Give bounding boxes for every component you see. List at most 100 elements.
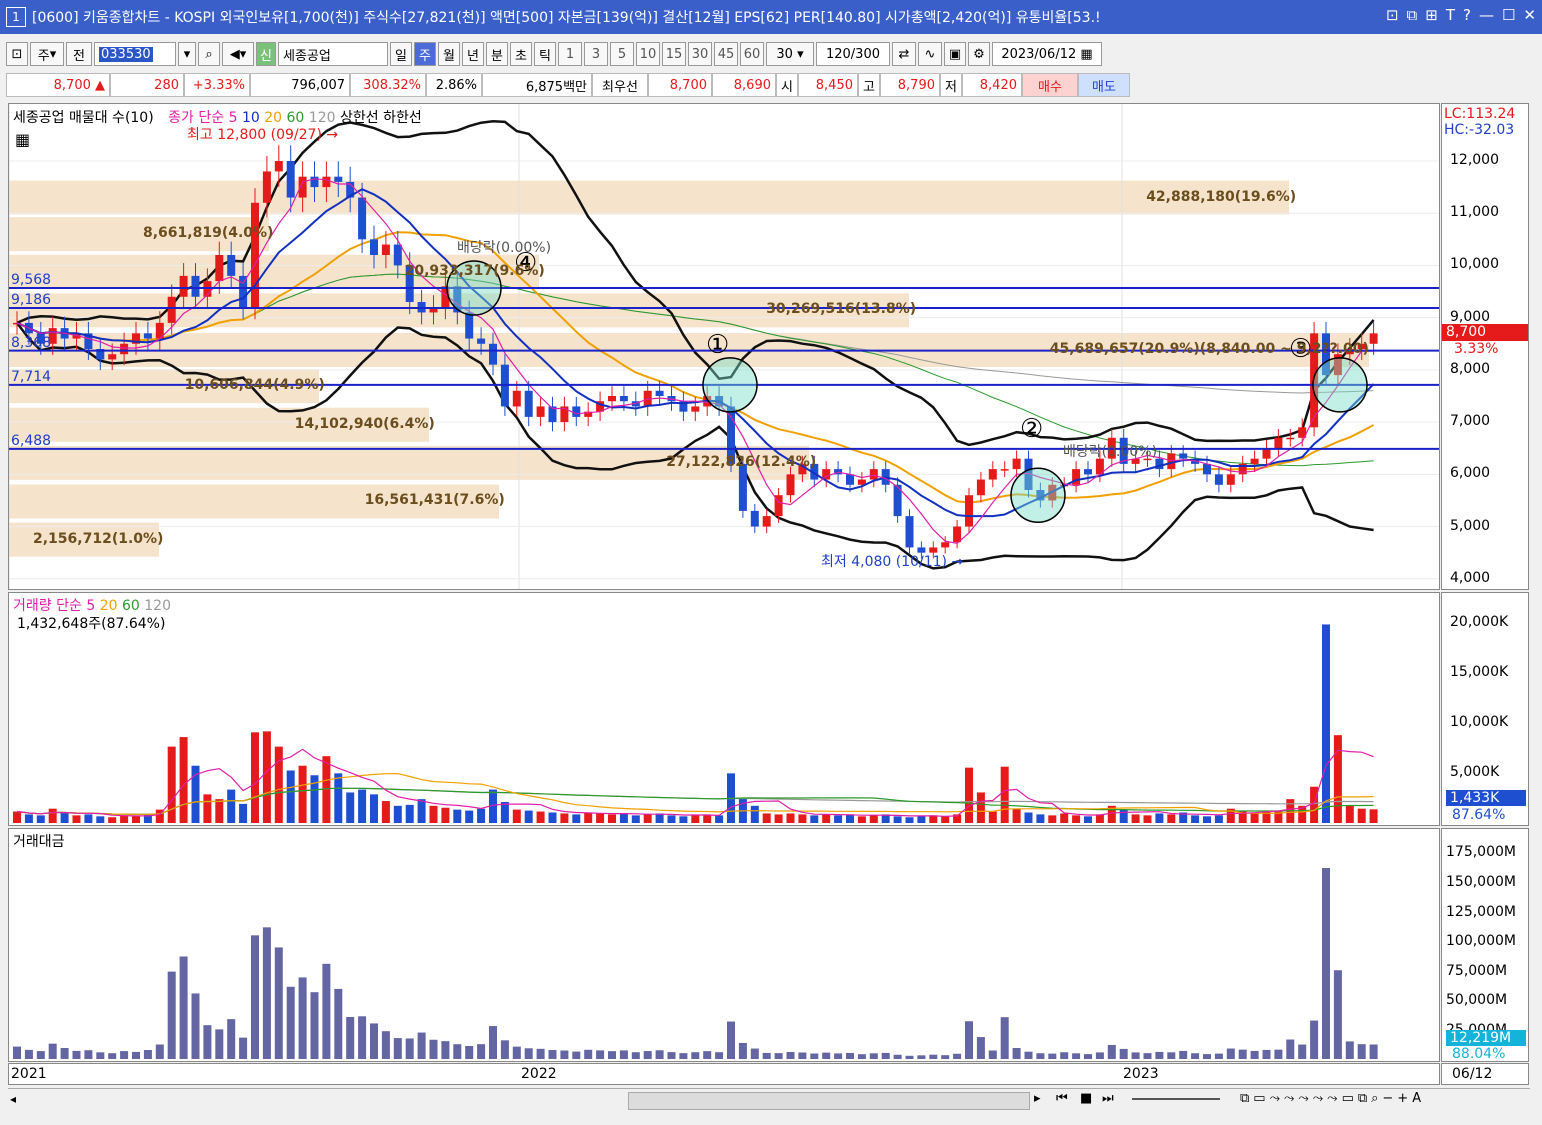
next-icon[interactable]: ⏭ [1102, 1091, 1114, 1106]
sound-icon[interactable]: ◀▾ [222, 42, 254, 66]
layout-menu-icon[interactable]: ⊡ [6, 42, 28, 66]
stop-icon[interactable]: ■ [1080, 1091, 1092, 1106]
amount-bar [1000, 1017, 1009, 1059]
help-icon[interactable]: ? [1463, 6, 1471, 24]
candle-body [489, 343, 497, 365]
volume-bar [1357, 808, 1366, 823]
price-change: 280 [110, 73, 184, 97]
volume-bar [857, 816, 866, 823]
interval-5[interactable]: 5 [610, 42, 634, 66]
layout-icon[interactable]: ⊞ [1425, 6, 1438, 24]
code-dropdown-icon[interactable]: ▾ [178, 42, 196, 66]
volume-bar [132, 816, 140, 823]
volume-chart-panel[interactable]: 거래량 단순 5 20 60 120 1,432,648주(87.64%) [8, 592, 1440, 826]
scroll-left-icon[interactable]: ◂ [10, 1092, 16, 1106]
volume-bar [893, 816, 902, 823]
candle-body [179, 275, 188, 297]
amount-bar [1203, 1054, 1211, 1059]
interval-1[interactable]: 1 [558, 42, 582, 66]
price-chart-panel[interactable]: 세종공업 매물대 수(10) 종가 단순 5 10 20 60 120 상한선 … [8, 103, 1440, 590]
count-field[interactable]: 120/300 [816, 42, 890, 66]
minimize-icon[interactable]: — [1479, 6, 1494, 24]
amount-bar [489, 1026, 497, 1059]
amount-chart-panel[interactable]: 거래대금 [8, 828, 1440, 1062]
candle-body [846, 474, 854, 485]
gear-icon[interactable]: ⚙ [968, 42, 990, 66]
price-tick: 10,000 [1450, 256, 1499, 273]
volume-pct-tag: 87.64% [1452, 807, 1506, 823]
scroll-thumb[interactable] [628, 1092, 1030, 1110]
stock-name-field[interactable]: 세종공업 [278, 42, 388, 66]
band-legend: 상한선 하한선 [339, 110, 422, 126]
zoom-slider[interactable] [1132, 1098, 1220, 1100]
period-tick[interactable]: 틱 [534, 42, 556, 66]
search-icon[interactable]: ⌕ [198, 42, 220, 66]
stock-code-input[interactable]: 033530 [94, 42, 176, 66]
marker-circle [1010, 467, 1066, 523]
scroll-right-icon[interactable]: ▸ [1034, 1091, 1041, 1106]
amount-tick: 50,000M [1446, 992, 1508, 1008]
maximize-icon[interactable]: ☐ [1502, 6, 1515, 24]
interval-30[interactable]: 30 [688, 42, 712, 66]
interval-15[interactable]: 15 [662, 42, 686, 66]
date-field[interactable]: 2023/06/12 ▦ [992, 42, 1102, 66]
restore-icon[interactable]: ⊡ [1386, 6, 1399, 24]
compare-icon[interactable]: ⇄ [892, 42, 916, 66]
interval-60[interactable]: 60 [740, 42, 764, 66]
amount-bar [1345, 1041, 1354, 1059]
period-minute[interactable]: 분 [486, 42, 508, 66]
volume-bar [703, 814, 712, 823]
sell-button[interactable]: 매도 [1078, 73, 1130, 97]
first-icon[interactable]: ⏮ [1056, 1091, 1068, 1106]
period-second[interactable]: 초 [510, 42, 532, 66]
volume-bar [298, 765, 307, 823]
interval-10[interactable]: 10 [636, 42, 660, 66]
amount-chart-canvas[interactable] [9, 829, 1439, 1061]
interval-select[interactable]: 30 ▾ [766, 42, 814, 66]
indicator-icon[interactable]: ∿ [918, 42, 942, 66]
volume-chart-canvas[interactable] [9, 593, 1439, 825]
volume-bar [1060, 813, 1069, 823]
price-tick: 6,000 [1450, 465, 1491, 482]
candle-body [572, 406, 581, 417]
amount-tick: 125,000M [1446, 904, 1516, 920]
interval-45[interactable]: 45 [714, 42, 738, 66]
amount-bar [1226, 1048, 1235, 1059]
period-year[interactable]: 년 [462, 42, 484, 66]
volume-bar [381, 801, 390, 823]
volume-profile-label: 42,888,180(19.6%) [1146, 188, 1297, 205]
volume-bar [13, 811, 21, 823]
candle-body [286, 161, 295, 198]
volume-bar [239, 803, 248, 823]
grid-icon[interactable]: ▦ [15, 130, 30, 149]
up-arrow-icon: ▲ [95, 77, 105, 93]
dividend-note: 배당락(0.00%) [1063, 444, 1158, 460]
price-tick: 11,000 [1450, 204, 1499, 221]
amount-bar [453, 1044, 462, 1059]
volume-bar [346, 792, 355, 823]
volume-bar [584, 812, 593, 823]
buy-button[interactable]: 매수 [1022, 73, 1078, 97]
market-select[interactable]: 주 ▾ [30, 42, 64, 66]
best-bid: 8,690 [712, 73, 776, 97]
volume-bar [60, 812, 69, 823]
all-button[interactable]: 전 [66, 42, 92, 66]
interval-3[interactable]: 3 [584, 42, 608, 66]
close-icon[interactable]: ✕ [1523, 6, 1536, 24]
font-icon[interactable]: T [1446, 6, 1455, 24]
volume-bar [1250, 812, 1259, 823]
amount-bar [750, 1048, 759, 1059]
period-day[interactable]: 일 [390, 42, 412, 66]
period-week[interactable]: 주 [414, 42, 436, 66]
save-icon[interactable]: ▣ [944, 42, 966, 66]
tile-icon[interactable]: ⧉ [1407, 6, 1418, 24]
candle-body [1084, 469, 1092, 475]
volume-bar [572, 814, 581, 823]
volume-bar [1143, 815, 1152, 823]
volume-bar [286, 770, 295, 823]
period-month[interactable]: 월 [438, 42, 460, 66]
amount-bar [834, 1053, 843, 1059]
volume-bar [786, 813, 795, 823]
drawing-tools-icon[interactable]: ⧉▭⤳⤳⤳⤳⤳▭⧉⌕−+A [1240, 1091, 1425, 1106]
price-tick: 12,000 [1450, 152, 1499, 168]
